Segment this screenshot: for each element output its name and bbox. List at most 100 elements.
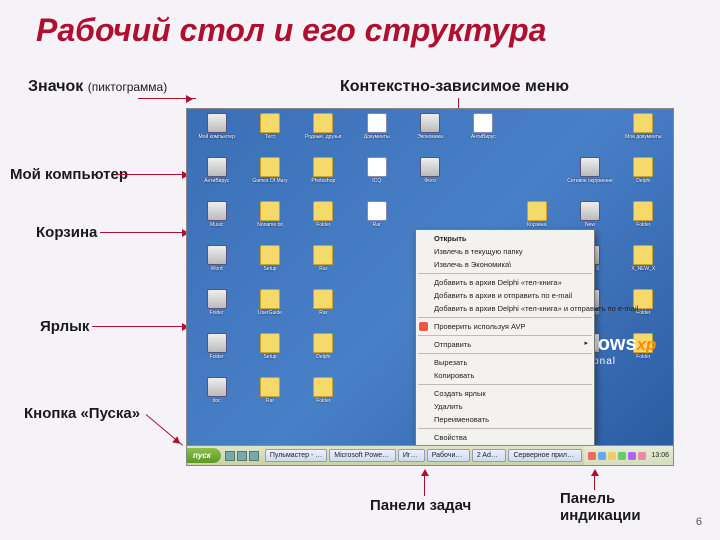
desktop-icon[interactable]: Rar (298, 245, 349, 287)
taskbar-button[interactable]: Microsoft Power Point… (329, 449, 396, 462)
taskbar-button[interactable]: Игры 5 (398, 449, 425, 462)
taskbar-button[interactable]: Серверное прилож. - Мо… (508, 449, 582, 462)
desktop-icon[interactable]: Folder (618, 201, 669, 243)
context-menu-item[interactable]: Добавить в архив Delphi «тел-книга» (416, 276, 594, 289)
desktop-icon-label: Rar (319, 266, 327, 272)
context-menu[interactable]: ОткрытьИзвлечь в текущую папкуИзвлечь в … (415, 229, 595, 447)
desktop-icon[interactable]: Folder (191, 289, 242, 331)
context-menu-item[interactable]: Добавить в архив Delphi «тел-книга» и от… (416, 302, 594, 315)
file-icon (260, 113, 280, 133)
file-icon (207, 113, 227, 133)
context-menu-item[interactable]: Открыть (416, 232, 594, 245)
context-menu-item[interactable]: Проверить используя AVP (416, 320, 594, 333)
desktop-icon-label: Setup (263, 354, 276, 360)
file-icon (633, 201, 653, 221)
desktop-icon[interactable]: Сетевое окружение (564, 157, 615, 199)
taskbar-button[interactable]: Рабочий стол (427, 449, 470, 462)
desktop-icon[interactable]: Rar (351, 201, 402, 243)
desktop-icon[interactable]: Документы (351, 113, 402, 155)
desktop-icon-label: Delphi (636, 178, 650, 184)
desktop-icon[interactable]: Photoshop (298, 157, 349, 199)
desktop-icon[interactable]: Экономика (404, 113, 455, 155)
desktop-icon[interactable]: Folder (298, 201, 349, 243)
start-button[interactable]: пуск (187, 448, 221, 463)
file-icon (207, 201, 227, 221)
file-icon (207, 377, 227, 397)
desktop-icon-label: Мой компьютер (198, 134, 234, 140)
tray-icon[interactable] (628, 452, 636, 460)
desktop-icon-label: Мои документы (625, 134, 661, 140)
label-icon: Значок (пиктограмма) (28, 78, 167, 96)
file-icon (367, 201, 387, 221)
desktop-icon[interactable]: Setup (244, 333, 295, 375)
file-icon (260, 377, 280, 397)
desktop-icon[interactable]: АнтиВирус (458, 113, 509, 155)
taskbar-button[interactable]: 2 Adobe… (472, 449, 507, 462)
context-menu-item[interactable]: Извлечь в Экономика\ (416, 258, 594, 271)
file-icon (207, 157, 227, 177)
desktop-icon-label: Тест (265, 134, 275, 140)
file-icon (260, 333, 280, 353)
context-menu-item[interactable]: Создать ярлык (416, 387, 594, 400)
desktop-icon[interactable]: Setup (244, 245, 295, 287)
tray-icon[interactable] (588, 452, 596, 460)
quick-launch[interactable] (221, 451, 263, 461)
arrow-bin (100, 232, 192, 233)
taskbar-tasks[interactable]: Пульмастер - Овид…Microsoft Power Point…… (263, 449, 585, 462)
desktop-icon[interactable]: Music (191, 201, 242, 243)
desktop-icon[interactable]: АнтиВирус (191, 157, 242, 199)
tray-icon[interactable] (638, 452, 646, 460)
arrow-taskbar (424, 472, 425, 496)
desktop-icon-label: doc (213, 398, 221, 404)
context-menu-item[interactable]: Извлечь в текущую папку (416, 245, 594, 258)
file-icon (313, 333, 333, 353)
file-icon (313, 377, 333, 397)
desktop-icon[interactable]: Rar (244, 377, 295, 419)
label-tray: Панель индикации (560, 490, 641, 525)
label-my-computer: Мой компьютер (10, 166, 128, 183)
context-menu-item[interactable]: Удалить (416, 400, 594, 413)
desktop-icon[interactable]: Delphi (618, 157, 669, 199)
desktop-icon-label: Setup (263, 266, 276, 272)
menu-separator (418, 335, 592, 336)
desktop-icon[interactable]: Rar (298, 289, 349, 331)
desktop-screenshot: Мой компьютер Тест Родные, друзьяДокументы… (186, 108, 674, 466)
desktop-icon[interactable]: Мой компьютер (191, 113, 242, 155)
desktop-icon[interactable]: X_NEW_X (618, 245, 669, 287)
desktop-icon[interactable]: Word (191, 245, 242, 287)
desktop-icon-label: Word (211, 266, 223, 272)
desktop-icon-label: Noname.txt (257, 222, 283, 228)
desktop-icon[interactable]: Мои документы (618, 113, 669, 155)
desktop-icon[interactable]: Noname.txt (244, 201, 295, 243)
desktop-icon[interactable]: doc (191, 377, 242, 419)
taskbar-button[interactable]: Пульмастер - Овид… (265, 449, 327, 462)
context-menu-item[interactable]: Вырезать (416, 356, 594, 369)
context-menu-item[interactable]: Отправить (416, 338, 594, 351)
desktop-icon-label: Folder (636, 222, 650, 228)
desktop-icon[interactable]: Delphi (298, 333, 349, 375)
context-menu-item[interactable]: Переименовать (416, 413, 594, 426)
desktop-icon[interactable]: Родные, друзья (298, 113, 349, 155)
desktop-icon[interactable]: Folder (298, 377, 349, 419)
arrow-mycomputer (116, 174, 192, 175)
desktop-icon[interactable]: Фото (404, 157, 455, 199)
context-menu-item[interactable]: Копировать (416, 369, 594, 382)
desktop-icon-label: Сетевое окружение (567, 178, 613, 184)
slide-title: Рабочий стол и его структура (0, 0, 720, 49)
desktop-icon[interactable]: Тест (244, 113, 295, 155)
desktop-icon[interactable]: UserGuide (244, 289, 295, 331)
desktop-icon[interactable]: Folder (191, 333, 242, 375)
context-menu-item[interactable]: Свойства (416, 431, 594, 444)
tray-icon[interactable] (608, 452, 616, 460)
desktop-icon[interactable]: ICQ (351, 157, 402, 199)
context-menu-item[interactable]: Добавить в архив и отправить по e-mail (416, 289, 594, 302)
file-icon (367, 157, 387, 177)
system-tray[interactable]: 13:06 (584, 446, 673, 465)
tray-icon[interactable] (598, 452, 606, 460)
tray-icon[interactable] (618, 452, 626, 460)
desktop-icon[interactable]: Games Of Mary (244, 157, 295, 199)
file-icon (313, 245, 333, 265)
desktop-icon-label: Folder (636, 310, 650, 316)
label-icon-sub: (пиктограмма) (88, 80, 168, 94)
desktop-icon-label: Экономика (417, 134, 442, 140)
